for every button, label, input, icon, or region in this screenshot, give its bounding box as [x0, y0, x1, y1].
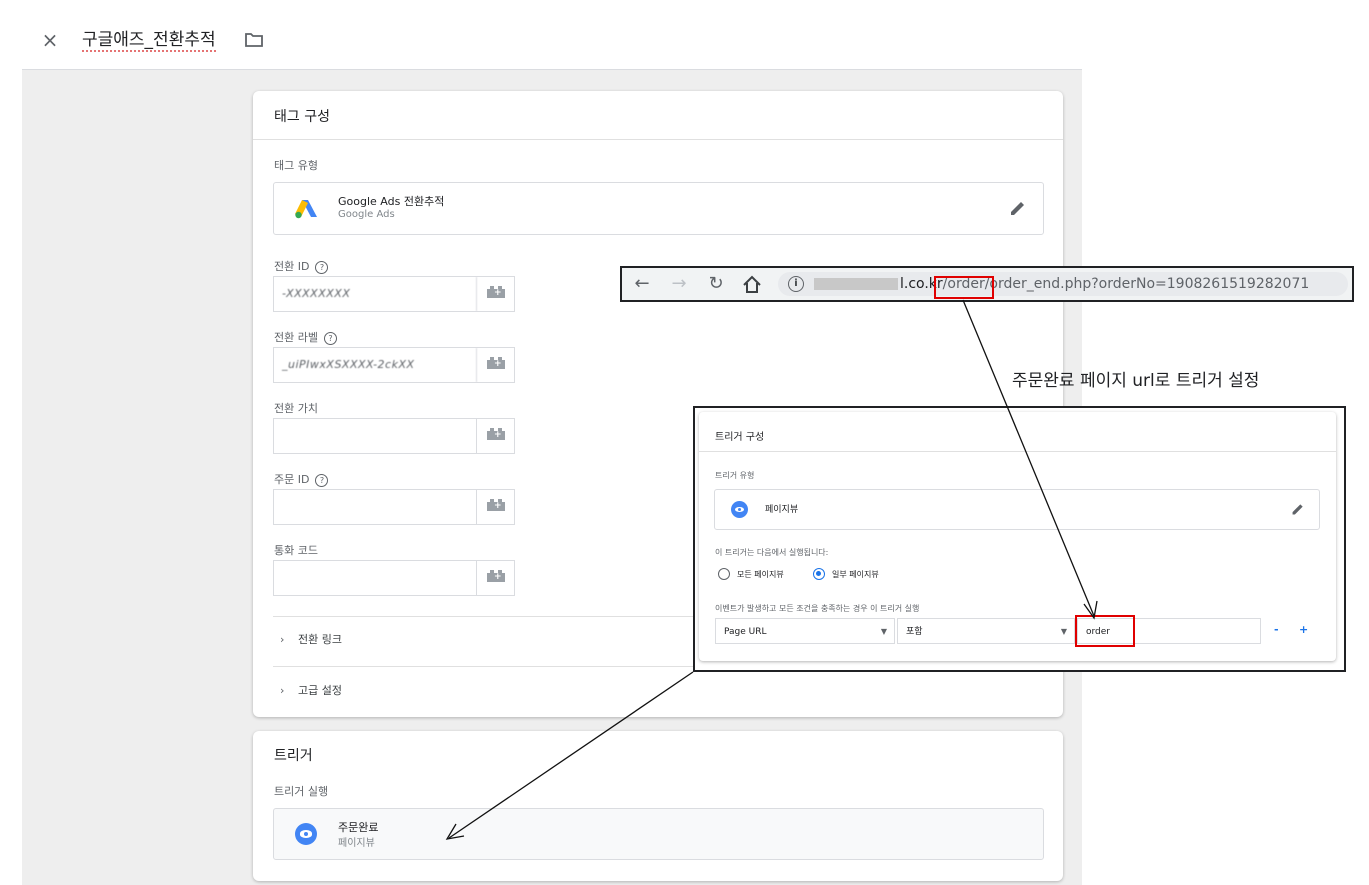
chevron-right-icon: › [280, 684, 285, 697]
currency-code-input-group: + [273, 560, 515, 596]
chevron-right-icon: › [280, 633, 285, 646]
operator-select-value: 포함 [906, 627, 923, 637]
field-label-conversion-label: 전환 라벨? [274, 329, 337, 345]
field-label-conversion-value: 전환 가치 [274, 402, 318, 415]
currency-code-field[interactable] [274, 561, 477, 595]
field-label-order-id: 주문 ID? [274, 471, 329, 487]
variable-brick-icon: + [487, 286, 505, 298]
radio-all-label: 모든 페이지뷰 [737, 570, 784, 579]
variable-brick-icon: + [487, 428, 505, 440]
field-label-currency-code: 통화 코드 [274, 544, 318, 557]
variable-select-value: Page URL [724, 627, 767, 637]
conversion-value-input-group: + [273, 418, 515, 454]
fires-on-label: 이 트리거는 다음에서 실행됩니다: [715, 548, 829, 557]
variable-brick-icon: + [487, 357, 505, 369]
trigger-name: 주문완료 [338, 821, 379, 834]
condition-label: 이벤트가 발생하고 모든 조건을 충족하는 경우 이 트리거 실행 [715, 604, 920, 613]
variable-select[interactable]: Page URL ▼ [715, 618, 895, 644]
field-label-conversion-id: 전환 ID? [274, 258, 329, 274]
radio-some-label: 일부 페이지뷰 [832, 570, 879, 579]
radio-all-pageviews[interactable] [718, 568, 730, 580]
page-title[interactable]: 구글애즈_전환추적 [82, 28, 216, 52]
dropdown-caret-icon: ▼ [880, 627, 887, 636]
trigger-type-name: 페이지뷰 [765, 505, 799, 515]
advanced-settings-expander[interactable]: › 고급 설정 [280, 682, 342, 698]
trigger-config-screenshot: 트리거 구성 트리거 유형 페이지뷰 이 트리거는 다음에서 실행됩니다: 모든… [693, 406, 1346, 672]
trigger-type-label: 트리거 유형 [715, 471, 755, 480]
variable-picker-button[interactable]: + [478, 348, 514, 382]
edit-pencil-icon[interactable] [1291, 502, 1305, 516]
expander-label: 고급 설정 [298, 684, 342, 697]
remove-condition-button[interactable]: - [1274, 623, 1279, 636]
variable-brick-icon: + [487, 570, 505, 582]
variable-picker-button[interactable]: + [478, 490, 514, 524]
firing-triggers-label: 트리거 실행 [274, 785, 329, 798]
address-field[interactable]: i l.co.kr/order/order_end.php?orderNo=19… [778, 272, 1348, 296]
trigger-type-selector[interactable]: 페이지뷰 [714, 489, 1320, 530]
help-icon[interactable]: ? [315, 260, 329, 274]
redacted-domain [814, 278, 898, 290]
conversion-value-field[interactable] [274, 419, 477, 453]
variable-brick-icon: + [487, 499, 505, 511]
forward-arrow-icon[interactable]: → [667, 273, 691, 295]
field-label-text: 주문 ID [274, 473, 310, 486]
field-label-text: 전환 ID [274, 260, 310, 273]
operator-select[interactable]: 포함 ▼ [897, 618, 1075, 644]
trigger-card-title: 트리거 [274, 748, 313, 764]
url-path: /order/order_end.php?orderNo=19082615192… [942, 276, 1310, 292]
folder-icon[interactable] [244, 31, 264, 49]
conversion-linker-expander[interactable]: › 전환 링크 [280, 631, 342, 647]
conversion-label-field[interactable]: _uiPIwxXSXXXX-2ckXX [274, 348, 477, 382]
condition-value-highlight [1075, 615, 1135, 647]
tag-name[interactable]: 구글애즈_전환추적 [82, 30, 216, 52]
google-ads-icon [295, 200, 317, 219]
tag-config-title: 태그 구성 [274, 109, 330, 125]
divider [699, 451, 1336, 452]
trigger-card: 트리거 트리거 실행 주문완료 페이지뷰 [253, 731, 1063, 881]
expander-label: 전환 링크 [298, 633, 342, 646]
divider [253, 139, 1063, 140]
tag-type-label: 태그 유형 [274, 159, 318, 172]
pageview-eye-icon [295, 823, 317, 845]
add-condition-button[interactable]: + [1299, 623, 1308, 636]
tag-type-selector[interactable]: Google Ads 전환추적 Google Ads [273, 182, 1044, 235]
annotation-text: 주문완료 페이지 url로 트리거 설정 [1012, 371, 1260, 391]
pageview-eye-icon [731, 501, 748, 518]
help-icon[interactable]: ? [323, 331, 337, 345]
conversion-id-field[interactable]: -XXXXXXXX [274, 277, 477, 311]
edit-pencil-icon[interactable] [1009, 199, 1027, 217]
dropdown-caret-icon: ▼ [1060, 627, 1067, 636]
trigger-type: 페이지뷰 [338, 838, 375, 849]
variable-picker-button[interactable]: + [478, 419, 514, 453]
reload-icon[interactable]: ↻ [704, 273, 728, 295]
order-id-input-group: + [273, 489, 515, 525]
home-icon[interactable] [740, 275, 764, 295]
close-icon[interactable]: × [40, 28, 60, 52]
conversion-id-input-group: -XXXXXXXX + [273, 276, 515, 312]
conversion-label-input-group: _uiPIwxXSXXXX-2ckXX + [273, 347, 515, 383]
variable-picker-button[interactable]: + [478, 277, 514, 311]
url-order-highlight [934, 276, 994, 299]
trigger-config-card: 트리거 구성 트리거 유형 페이지뷰 이 트리거는 다음에서 실행됩니다: 모든… [699, 412, 1336, 661]
back-arrow-icon[interactable]: ← [630, 273, 654, 295]
order-id-field[interactable] [274, 490, 477, 524]
variable-picker-button[interactable]: + [478, 561, 514, 595]
info-icon[interactable]: i [788, 276, 804, 292]
tag-type-name: Google Ads 전환추적 [338, 195, 445, 208]
tag-type-sub: Google Ads [338, 209, 395, 220]
trigger-item[interactable]: 주문완료 페이지뷰 [273, 808, 1044, 860]
trigger-config-title: 트리거 구성 [715, 432, 765, 443]
help-icon[interactable]: ? [315, 473, 329, 487]
field-label-text: 전환 라벨 [274, 331, 318, 344]
radio-some-pageviews[interactable] [813, 568, 825, 580]
